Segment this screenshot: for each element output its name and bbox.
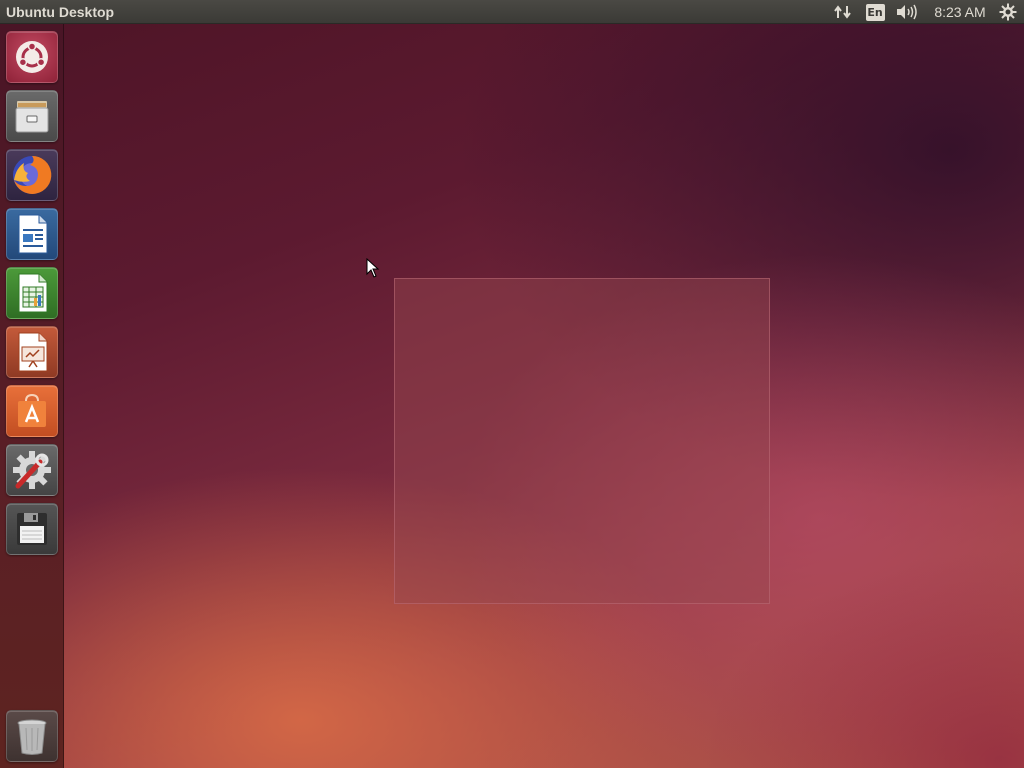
keyboard-layout-label: En xyxy=(865,3,885,21)
launcher xyxy=(0,24,64,768)
desktop[interactable]: Ubuntu Desktop En 8:23 AM xyxy=(0,0,1024,768)
settings-gear-wrench-icon xyxy=(13,451,51,489)
top-panel: Ubuntu Desktop En 8:23 AM xyxy=(0,0,1024,24)
launcher-item-libreoffice-calc[interactable] xyxy=(6,267,58,319)
launcher-item-libreoffice-impress[interactable] xyxy=(6,326,58,378)
writer-document-icon xyxy=(18,214,48,254)
desktop-selection-rectangle xyxy=(394,278,770,604)
volume-icon xyxy=(897,4,917,20)
gear-icon xyxy=(999,3,1017,21)
clock-label: 8:23 AM xyxy=(934,4,986,20)
window-title: Ubuntu Desktop xyxy=(6,4,115,20)
mouse-pointer-icon xyxy=(366,258,380,278)
firefox-icon xyxy=(13,155,52,194)
launcher-item-trash[interactable] xyxy=(6,710,58,762)
network-icon xyxy=(834,5,851,19)
network-indicator[interactable] xyxy=(832,0,854,24)
calc-spreadsheet-icon xyxy=(18,273,48,313)
launcher-item-dash-home[interactable] xyxy=(6,31,58,83)
floppy-disk-icon xyxy=(17,513,47,545)
impress-presentation-icon xyxy=(18,332,48,372)
launcher-item-system-settings[interactable] xyxy=(6,444,58,496)
launcher-item-ubuntu-software[interactable] xyxy=(6,385,58,437)
clock[interactable]: 8:23 AM xyxy=(930,0,990,24)
launcher-item-files[interactable] xyxy=(6,90,58,142)
launcher-item-disk[interactable] xyxy=(6,503,58,555)
trash-can-icon xyxy=(17,719,47,755)
software-bag-icon xyxy=(18,393,46,427)
launcher-item-libreoffice-writer[interactable] xyxy=(6,208,58,260)
file-cabinet-icon xyxy=(15,101,49,133)
ubuntu-logo-icon xyxy=(16,41,48,73)
launcher-item-firefox[interactable] xyxy=(6,149,58,201)
sound-indicator[interactable] xyxy=(895,0,919,24)
session-indicator[interactable] xyxy=(997,0,1019,24)
keyboard-layout-indicator[interactable]: En xyxy=(864,0,886,24)
